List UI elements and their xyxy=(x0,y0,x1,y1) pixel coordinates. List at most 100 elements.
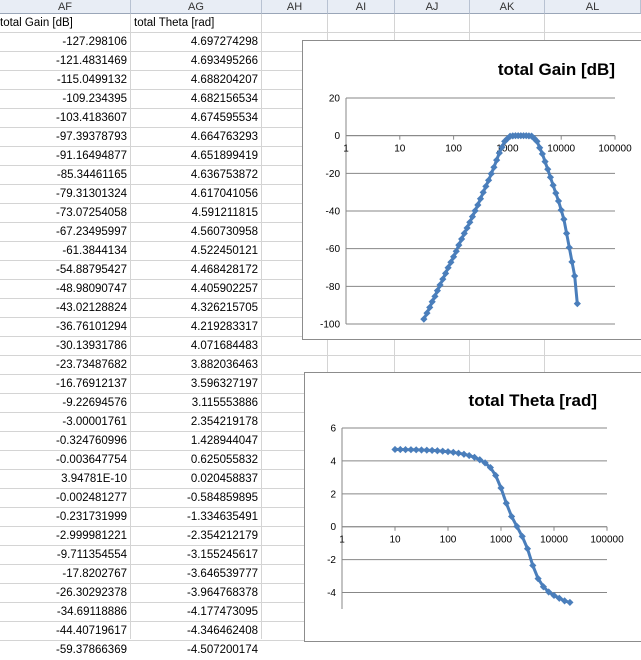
table-cell[interactable]: -0.324760996 xyxy=(0,432,131,451)
table-cell[interactable]: 4.326215705 xyxy=(131,299,262,318)
header-cell[interactable]: total Theta [rad] xyxy=(134,14,265,33)
y-tick-label: 6 xyxy=(330,424,336,435)
table-cell[interactable]: 4.071684483 xyxy=(131,337,262,356)
table-cell[interactable]: 2.354219178 xyxy=(131,413,262,432)
table-cell[interactable]: -121.4831469 xyxy=(0,52,131,71)
data-point xyxy=(557,206,565,214)
x-tick-label: 10 xyxy=(394,144,406,155)
table-cell[interactable]: -3.964768378 xyxy=(131,584,262,603)
table-cell[interactable]: -0.584859895 xyxy=(131,489,262,508)
table-cell[interactable]: 3.94781E-10 xyxy=(0,470,131,489)
table-cell[interactable]: -73.07254058 xyxy=(0,204,131,223)
column-header-aj[interactable]: AJ xyxy=(395,0,470,14)
column-header-af[interactable]: AF xyxy=(0,0,131,14)
chart-title: total Theta [rad] xyxy=(469,391,597,410)
table-cell[interactable]: 4.664763293 xyxy=(131,128,262,147)
table-cell[interactable]: 4.591211815 xyxy=(131,204,262,223)
table-cell[interactable]: 4.522450121 xyxy=(131,242,262,261)
table-cell[interactable]: 4.651899419 xyxy=(131,147,262,166)
y-tick-label: -2 xyxy=(327,555,336,566)
gain-chart[interactable]: total Gain [dB] 20 0 -20 -40 -60 -80 -100 1 10 100… xyxy=(302,40,641,340)
table-cell[interactable]: -67.23495997 xyxy=(0,223,131,242)
table-cell[interactable]: -44.40719617 xyxy=(0,622,131,641)
table-cell[interactable]: -4.507200174 xyxy=(131,641,262,660)
table-cell[interactable]: -9.711354554 xyxy=(0,546,131,565)
table-cell[interactable]: 4.688204207 xyxy=(131,71,262,90)
table-cell[interactable]: 4.682156534 xyxy=(131,90,262,109)
table-cell[interactable]: -91.16494877 xyxy=(0,147,131,166)
series-line xyxy=(422,134,579,320)
table-cell[interactable]: -26.30292378 xyxy=(0,584,131,603)
table-cell[interactable]: -61.3844134 xyxy=(0,242,131,261)
data-point xyxy=(568,258,576,266)
table-cell[interactable]: -9.22694576 xyxy=(0,394,131,413)
table-cell[interactable]: -0.003647754 xyxy=(0,451,131,470)
table-cell[interactable]: -43.02128824 xyxy=(0,299,131,318)
table-cell[interactable]: 0.020458837 xyxy=(131,470,262,489)
table-cell[interactable]: 4.697274298 xyxy=(131,33,262,52)
data-point xyxy=(454,449,463,457)
table-cell[interactable]: -0.231731999 xyxy=(0,508,131,527)
table-cell[interactable]: 3.596327197 xyxy=(131,375,262,394)
table-cell[interactable]: 3.115553886 xyxy=(131,394,262,413)
table-cell[interactable]: 4.468428172 xyxy=(131,261,262,280)
table-cell[interactable]: -17.8202767 xyxy=(0,565,131,584)
column-header-ag[interactable]: AG xyxy=(131,0,262,14)
table-cell[interactable]: 4.617041056 xyxy=(131,185,262,204)
x-tick-label: 1000 xyxy=(490,535,513,546)
y-tick-label: 2 xyxy=(330,489,336,500)
table-cell[interactable]: -59.37866369 xyxy=(0,641,131,660)
table-cell[interactable]: -36.76101294 xyxy=(0,318,131,337)
x-tick-label: 1 xyxy=(343,144,349,155)
column-header-ak[interactable]: AK xyxy=(470,0,545,14)
spreadsheet: AF AG AH AI AJ AK AL total Gain [dB] total Thet… xyxy=(0,0,641,656)
table-cell[interactable]: 4.560730958 xyxy=(131,223,262,242)
y-tick-label: 20 xyxy=(329,94,341,105)
table-cell[interactable]: 4.636753872 xyxy=(131,166,262,185)
y-tick-label: -100 xyxy=(320,320,340,331)
y-tick-label: -40 xyxy=(326,207,341,218)
table-cell[interactable]: -3.155245617 xyxy=(131,546,262,565)
table-cell[interactable]: -0.002481277 xyxy=(0,489,131,508)
table-cell[interactable]: -23.73487682 xyxy=(0,356,131,375)
table-cell[interactable]: -4.177473095 xyxy=(131,603,262,622)
table-cell[interactable]: -48.98090747 xyxy=(0,280,131,299)
table-cell[interactable]: -4.346462408 xyxy=(131,622,262,641)
data-point xyxy=(552,189,560,197)
table-cell[interactable]: 4.405902257 xyxy=(131,280,262,299)
table-cell[interactable]: -1.334635491 xyxy=(131,508,262,527)
column-header-ah[interactable]: AH xyxy=(262,0,328,14)
theta-chart[interactable]: total Theta [rad] 6 4 2 0 -2 -4 1 10 100 1000 10000… xyxy=(304,372,641,642)
y-tick-label: -60 xyxy=(326,244,341,255)
table-cell[interactable]: 4.219283317 xyxy=(131,318,262,337)
table-cell[interactable]: -103.4183607 xyxy=(0,109,131,128)
table-cell[interactable]: -2.999981221 xyxy=(0,527,131,546)
table-cell[interactable]: 4.674595534 xyxy=(131,109,262,128)
data-point xyxy=(560,215,568,223)
table-cell[interactable]: -34.69118886 xyxy=(0,603,131,622)
table-cell[interactable]: -16.76912137 xyxy=(0,375,131,394)
header-cell[interactable]: total Gain [dB] xyxy=(0,14,131,33)
table-cell[interactable]: 0.625055832 xyxy=(131,451,262,470)
table-cell[interactable]: -3.00001761 xyxy=(0,413,131,432)
table-cell[interactable]: -115.0499132 xyxy=(0,71,131,90)
x-tick-label: 100 xyxy=(445,144,462,155)
x-tick-label: 100000 xyxy=(590,535,624,546)
table-cell[interactable]: -30.13931786 xyxy=(0,337,131,356)
data-point xyxy=(541,158,549,166)
table-cell[interactable]: -97.39378793 xyxy=(0,128,131,147)
table-cell[interactable]: 1.428944047 xyxy=(131,432,262,451)
table-cell[interactable]: 4.693495266 xyxy=(131,52,262,71)
table-cell[interactable]: -109.234395 xyxy=(0,90,131,109)
table-cell[interactable]: -3.646539777 xyxy=(131,565,262,584)
column-header-al[interactable]: AL xyxy=(545,0,641,14)
table-cell[interactable]: -2.354212179 xyxy=(131,527,262,546)
table-cell[interactable]: -79.31301324 xyxy=(0,185,131,204)
table-cell[interactable]: -85.34461165 xyxy=(0,166,131,185)
column-header-ai[interactable]: AI xyxy=(328,0,395,14)
table-cell[interactable]: 3.882036463 xyxy=(131,356,262,375)
table-cell[interactable]: -127.298106 xyxy=(0,33,131,52)
table-cell[interactable]: -54.88795427 xyxy=(0,261,131,280)
y-tick-label: 4 xyxy=(330,456,336,467)
x-tick-label: 1 xyxy=(339,535,345,546)
